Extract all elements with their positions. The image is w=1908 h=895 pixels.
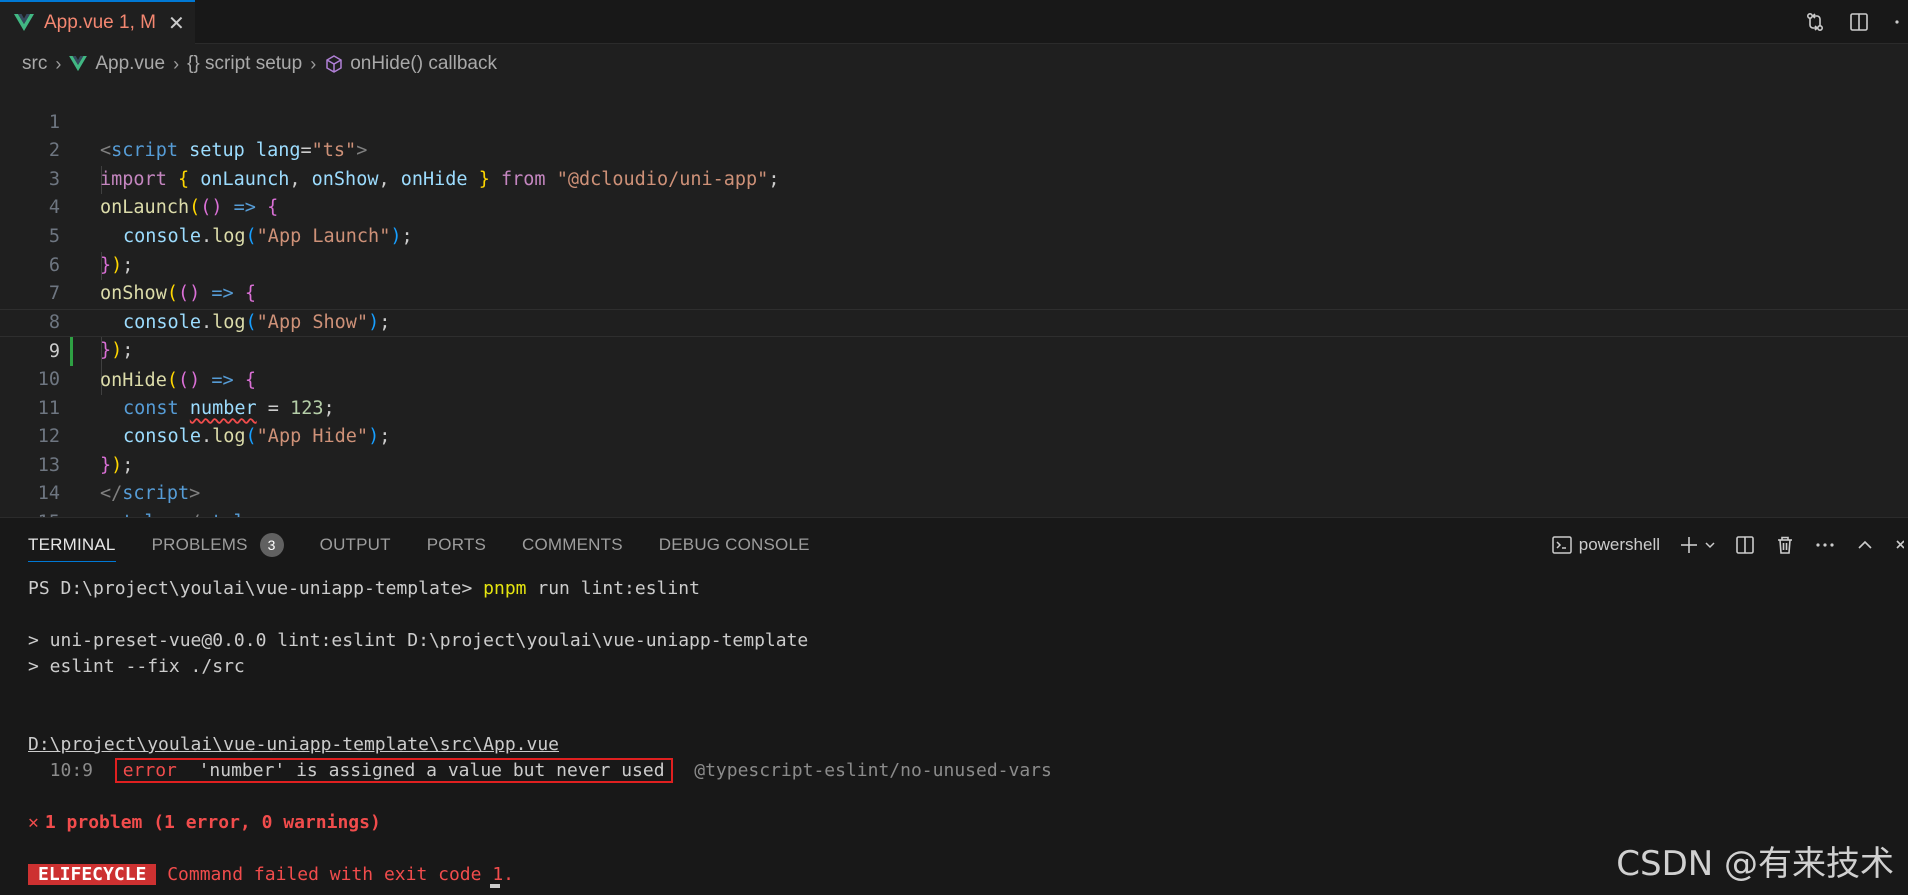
tab-problems[interactable]: PROBLEMS 3 — [152, 518, 284, 572]
tab-app-vue[interactable]: App.vue 1, M ✕ — [0, 0, 195, 44]
code-line: 15 — [0, 480, 1908, 533]
tab-terminal[interactable]: TERMINAL — [28, 518, 116, 572]
code-line: 4 console.log("App Launch"); — [0, 166, 1908, 247]
split-editor-icon[interactable] — [1848, 11, 1870, 33]
terminal-line: > eslint --fix ./src — [28, 656, 245, 677]
lint-file-path[interactable]: D:\project\youlai\vue-uniapp-template\sr… — [28, 732, 559, 758]
terminal-cursor — [490, 884, 500, 888]
shell-name: powershell — [1578, 535, 1660, 554]
tab-output[interactable]: OUTPUT — [320, 518, 391, 572]
code-line: 5 }); — [0, 194, 1908, 276]
maximize-panel-icon[interactable] — [1854, 534, 1876, 556]
breadcrumb: src › App.vue › {} script setup › onHide… — [0, 46, 1908, 82]
terminal-prompt-line: PS D:\project\youlai\vue-uniapp-template… — [28, 578, 700, 599]
compare-changes-icon[interactable] — [1804, 11, 1826, 33]
code-line: 2 import { onLaunch, onShow, onHide } fr… — [0, 109, 1908, 190]
breadcrumb-callback[interactable]: onHide() callback — [350, 53, 497, 75]
more-icon[interactable] — [1814, 534, 1836, 556]
breadcrumb-script-setup[interactable]: {} script setup — [187, 53, 302, 75]
highlighted-error-box: error 'number' is assigned a value but n… — [114, 758, 673, 783]
terminal-line: > uni-preset-vue@0.0.0 lint:eslint D:\pr… — [28, 630, 809, 651]
vue-file-icon — [14, 14, 34, 31]
terminal-icon — [1551, 536, 1572, 554]
chevron-right-icon: › — [55, 53, 62, 74]
code-line: 14 <style></style> — [0, 452, 1908, 533]
close-panel-icon[interactable] — [1894, 534, 1904, 556]
chevron-right-icon: › — [173, 53, 180, 74]
tab-debug-console[interactable]: DEBUG CONSOLE — [659, 518, 810, 572]
trash-icon[interactable] — [1774, 534, 1796, 556]
tab-problems-label: PROBLEMS — [151, 535, 248, 554]
lint-error-line: 10:9 error 'number' is assigned a value … — [28, 758, 1052, 783]
code-editor[interactable]: 1 <script setup lang="ts"> 2 import { on… — [0, 80, 1908, 533]
code-line: 3 onLaunch(() => { — [0, 137, 1908, 219]
elifecycle-line: ELIFECYCLE Command failed with exit code… — [28, 862, 514, 888]
split-terminal-icon[interactable] — [1734, 534, 1756, 556]
new-terminal-icon[interactable] — [1678, 534, 1700, 556]
chevron-down-icon[interactable] — [1704, 534, 1716, 556]
tab-ports[interactable]: PORTS — [427, 518, 486, 572]
code-line: 12 }); — [0, 395, 1908, 476]
code-line: 6 onShow(() => { — [0, 223, 1908, 305]
code-line: 10 const number = 123; — [0, 337, 1908, 419]
lint-summary: ✕ 1 problem (1 error, 0 warnings) — [28, 812, 381, 833]
more-actions-icon[interactable] — [1892, 11, 1902, 33]
code-line: 8 }); — [0, 280, 1908, 362]
tab-label: App.vue 1, M — [44, 12, 156, 33]
close-tab-icon[interactable]: ✕ — [168, 11, 185, 36]
elifecycle-badge: ELIFECYCLE — [28, 864, 157, 885]
watermark: CSDN @有来技术 — [1616, 844, 1894, 884]
error-x-icon: ✕ — [28, 812, 39, 833]
method-cube-icon — [326, 55, 342, 73]
editor-tab-bar: App.vue 1, M ✕ — [0, 0, 1908, 44]
tab-comments[interactable]: COMMENTS — [522, 518, 623, 572]
problems-count-badge: 3 — [259, 533, 284, 557]
code-line: 11 console.log("App Hide"); — [0, 366, 1908, 448]
terminal-shell-selector[interactable]: powershell — [1551, 534, 1660, 556]
vue-file-icon — [69, 56, 88, 72]
chevron-right-icon: › — [310, 53, 317, 74]
bottom-panel: TERMINAL PROBLEMS 3 OUTPUT PORTS COMMENT… — [0, 517, 1908, 895]
code-line-current: 9 onHide(() => { — [0, 308, 1908, 391]
breadcrumb-src[interactable]: src — [22, 53, 47, 75]
code-line: 1 <script setup lang="ts"> — [0, 80, 1908, 162]
code-line: 7 console.log("App Show"); — [0, 252, 1908, 333]
code-line: 13 </script> — [0, 423, 1908, 505]
breadcrumb-file[interactable]: App.vue — [95, 53, 165, 75]
